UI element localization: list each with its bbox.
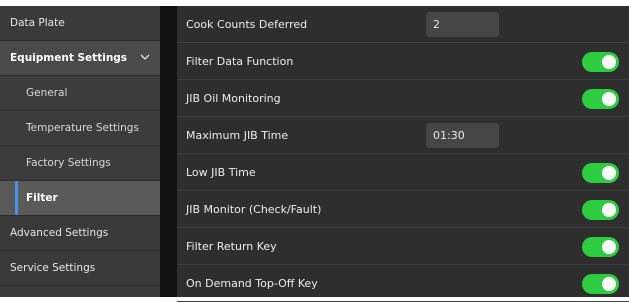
toggle-knob — [602, 55, 616, 69]
toggle-knob — [602, 240, 616, 254]
sidebar-item-advanced-settings[interactable]: Advanced Settings — [0, 216, 160, 251]
maximum-jib-time-input[interactable]: 01:30 — [426, 123, 499, 148]
setting-row-cook-counts-deferred: Cook Counts Deferred 2 — [177, 6, 629, 43]
sidebar-item-label: Filter — [26, 192, 58, 204]
toggle-knob — [602, 166, 616, 180]
sidebar-item-label: General — [26, 87, 68, 99]
setting-label: Filter Return Key — [186, 240, 277, 253]
filter-data-function-toggle[interactable] — [582, 52, 619, 72]
setting-row-on-demand-top-off-key: On Demand Top-Off Key — [177, 265, 629, 302]
sidebar-item-label: Temperature Settings — [26, 122, 139, 134]
setting-label: Low JIB Time — [186, 166, 256, 179]
sidebar-item-temperature-settings[interactable]: Temperature Settings — [0, 111, 160, 146]
jib-oil-monitoring-toggle[interactable] — [582, 89, 619, 109]
setting-row-jib-monitor: JIB Monitor (Check/Fault) — [177, 191, 629, 228]
sidebar-item-label: Advanced Settings — [10, 227, 109, 239]
toggle-knob — [602, 92, 616, 106]
sidebar: Data Plate Equipment Settings General Te… — [0, 6, 160, 297]
sidebar-item-label: Factory Settings — [26, 157, 111, 169]
chevron-down-icon — [140, 54, 150, 60]
sidebar-item-filter[interactable]: Filter — [0, 181, 160, 216]
setting-row-filter-return-key: Filter Return Key — [177, 228, 629, 265]
sidebar-item-service-settings[interactable]: Service Settings — [0, 251, 160, 286]
cook-counts-deferred-input[interactable]: 2 — [426, 12, 499, 37]
toggle-knob — [602, 203, 616, 217]
sidebar-item-general[interactable]: General — [0, 76, 160, 111]
setting-label: Maximum JIB Time — [186, 129, 289, 142]
jib-monitor-toggle[interactable] — [582, 200, 619, 220]
settings-panel: Cook Counts Deferred 2 Filter Data Funct… — [177, 6, 629, 302]
app-window: Data Plate Equipment Settings General Te… — [0, 0, 629, 302]
setting-row-low-jib-time: Low JIB Time — [177, 154, 629, 191]
sidebar-item-label: Service Settings — [10, 262, 96, 274]
panel-divider — [160, 6, 177, 297]
setting-row-jib-oil-monitoring: JIB Oil Monitoring — [177, 80, 629, 117]
filter-return-key-toggle[interactable] — [582, 237, 619, 257]
setting-label: On Demand Top-Off Key — [186, 277, 318, 290]
setting-row-filter-data-function: Filter Data Function — [177, 43, 629, 80]
setting-label: Cook Counts Deferred — [186, 18, 308, 31]
sidebar-item-factory-settings[interactable]: Factory Settings — [0, 146, 160, 181]
toggle-knob — [602, 277, 616, 291]
sidebar-item-equipment-settings[interactable]: Equipment Settings — [0, 41, 160, 76]
setting-label: JIB Monitor (Check/Fault) — [186, 203, 322, 216]
sidebar-item-label: Data Plate — [10, 17, 65, 29]
sidebar-item-label: Equipment Settings — [10, 52, 128, 64]
low-jib-time-toggle[interactable] — [582, 163, 619, 183]
setting-row-maximum-jib-time: Maximum JIB Time 01:30 — [177, 117, 629, 154]
on-demand-top-off-key-toggle[interactable] — [582, 274, 619, 294]
sidebar-item-data-plate[interactable]: Data Plate — [0, 6, 160, 41]
setting-label: Filter Data Function — [186, 55, 294, 68]
setting-label: JIB Oil Monitoring — [186, 92, 281, 105]
